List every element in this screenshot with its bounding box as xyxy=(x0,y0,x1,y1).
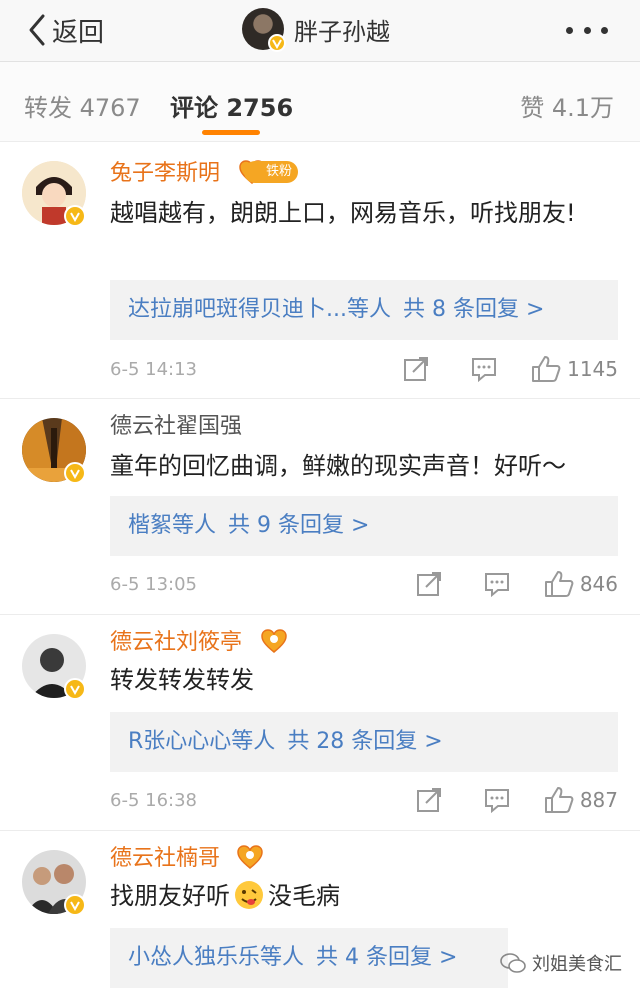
like-icon[interactable] xyxy=(544,570,574,598)
reply-count: 共 9 条回复 > xyxy=(228,513,370,538)
comment-time: 6-5 14:13 xyxy=(110,359,197,380)
verified-icon xyxy=(64,894,86,916)
like-count: 1145 xyxy=(567,357,618,381)
reply-user: 小怂人独乐乐 xyxy=(128,945,261,970)
avatar xyxy=(242,8,286,52)
comment-item: 德云社刘筱亭 转发转发转发 R张心心心等人共 28 条回复 > 6-5 16:3… xyxy=(0,616,640,831)
replies-summary[interactable]: R张心心心等人共 28 条回复 > xyxy=(110,712,618,772)
page-title: 胖子孙越 xyxy=(294,17,390,46)
share-icon[interactable] xyxy=(403,356,429,382)
fan-badge: 铁粉 xyxy=(238,159,299,185)
comment-text: 找朋友好听 没毛病 xyxy=(110,878,610,914)
back-button[interactable]: 返回 xyxy=(26,12,104,48)
comment-icon[interactable] xyxy=(484,571,510,597)
like-icon[interactable] xyxy=(544,786,574,814)
like-count: 846 xyxy=(579,572,618,596)
comment-text: 童年的回忆曲调，鲜嫩的现实声音！好听～ xyxy=(110,452,566,480)
comment-item: 兔子李斯明 铁粉 越唱越有，朗朗上口，网易音乐，听找朋友! 达拉崩吧斑得贝迪卜.… xyxy=(0,143,640,399)
header-profile[interactable]: 胖子孙越 xyxy=(242,8,390,52)
comment-time: 6-5 13:05 xyxy=(110,574,197,595)
reply-user: 达拉崩吧斑得贝迪卜... xyxy=(128,297,347,322)
reply-count: 共 28 条回复 > xyxy=(287,729,443,754)
comment-actions: 887 xyxy=(374,786,618,814)
commenter-name[interactable]: 德云社刘筱亭 xyxy=(110,624,242,656)
verified-icon xyxy=(64,462,86,484)
verified-icon xyxy=(64,678,86,700)
reply-user: 楷絮 xyxy=(128,513,173,538)
heart-icon xyxy=(261,629,287,653)
tab-comment[interactable]: 评论 2756 xyxy=(170,88,293,123)
reply-suffix: 等人 xyxy=(231,729,276,754)
fan-badge xyxy=(236,844,264,870)
comment-actions: 846 xyxy=(374,570,618,598)
replies-summary[interactable]: 达拉崩吧斑得贝迪卜...等人共 8 条回复 > xyxy=(110,280,618,340)
chevron-left-icon xyxy=(29,14,45,46)
comment-item: 德云社翟国强 童年的回忆曲调，鲜嫩的现实声音！好听～ 楷絮等人共 9 条回复 >… xyxy=(0,400,640,615)
watermark: 刘姐美食汇 xyxy=(500,950,622,976)
verified-icon xyxy=(268,34,286,52)
tongue-emoji-icon xyxy=(235,881,263,909)
comment-text-part: 没毛病 xyxy=(268,882,340,910)
replies-summary[interactable]: 楷絮等人共 9 条回复 > xyxy=(110,496,618,556)
comment-actions: 1145 xyxy=(361,355,618,383)
comment-time: 6-5 16:38 xyxy=(110,790,197,811)
comment-icon[interactable] xyxy=(471,356,497,382)
reply-suffix: 等人 xyxy=(260,945,305,970)
share-icon[interactable] xyxy=(416,571,442,597)
reply-count: 共 8 条回复 > xyxy=(403,297,545,322)
reply-suffix: 等人 xyxy=(172,513,217,538)
comment-icon[interactable] xyxy=(484,787,510,813)
comment-text-part: 找朋友好听 xyxy=(110,882,230,910)
reply-suffix: 等人 xyxy=(346,297,391,322)
watermark-label: 刘姐美食汇 xyxy=(532,954,622,975)
verified-icon xyxy=(64,205,86,227)
tab-bar: 转发 4767 评论 2756 赞 4.1万 xyxy=(0,62,640,142)
like-icon[interactable] xyxy=(531,355,561,383)
commenter-name[interactable]: 德云社翟国强 xyxy=(110,408,242,440)
fan-badge-label: 铁粉 xyxy=(244,161,299,183)
fan-badge xyxy=(260,628,288,654)
commenter-name[interactable]: 兔子李斯明 xyxy=(110,155,220,187)
comment-text: 转发转发转发 xyxy=(110,666,254,694)
like-count: 887 xyxy=(579,788,618,812)
wechat-icon xyxy=(500,953,526,973)
more-icon[interactable] xyxy=(566,20,608,40)
active-tab-indicator xyxy=(202,130,260,135)
top-bar: 返回 胖子孙越 xyxy=(0,0,640,62)
reply-user: R张心心心 xyxy=(128,729,232,754)
back-label: 返回 xyxy=(52,17,105,48)
replies-summary[interactable]: 小怂人独乐乐等人共 4 条回复 > xyxy=(110,928,508,988)
share-icon[interactable] xyxy=(416,787,442,813)
tab-repost[interactable]: 转发 4767 xyxy=(24,88,141,123)
tab-like[interactable]: 赞 4.1万 xyxy=(520,88,614,123)
commenter-name[interactable]: 德云社楠哥 xyxy=(110,840,220,872)
comment-text: 越唱越有，朗朗上口，网易音乐，听找朋友! xyxy=(110,199,576,227)
reply-count: 共 4 条回复 > xyxy=(316,945,458,970)
heart-icon xyxy=(237,845,263,869)
